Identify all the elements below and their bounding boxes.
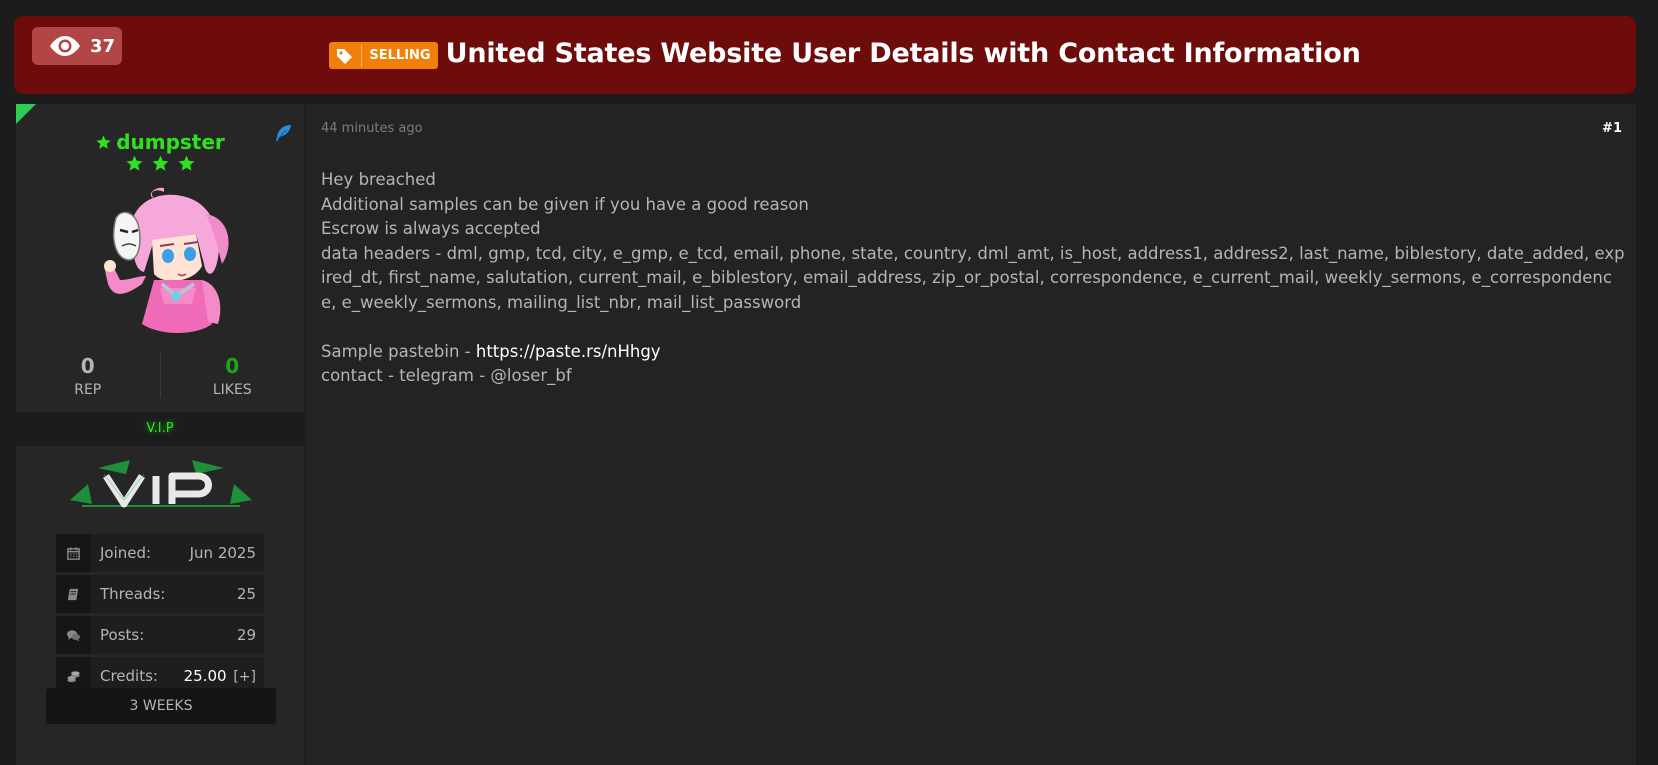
pastebin-prefix: Sample pastebin - (321, 341, 476, 361)
rep-value: 0 (80, 354, 95, 378)
author-sidebar: dumpster 0 REP 0 LIKES V.I.P Joined: Jun… (16, 104, 304, 765)
info-row-posts[interactable]: Posts: 29 (56, 616, 264, 654)
coins-icon (67, 670, 80, 682)
post-line: data headers - dml, gmp, tcd, city, e_gm… (321, 243, 1625, 312)
prefix-label: SELLING (369, 48, 431, 63)
likes-label: LIKES (212, 382, 252, 398)
contact-line: contact - telegram - @loser_bf (321, 366, 572, 385)
threads-label: Threads: (100, 585, 166, 603)
likes-value: 0 (225, 354, 240, 378)
posts-value: 29 (236, 626, 256, 644)
calendar-icon (67, 546, 80, 560)
tags-icon (337, 48, 353, 64)
comments-icon (66, 629, 81, 642)
user-group: V.I.P (16, 412, 304, 446)
add-credits-link[interactable]: [+] (233, 669, 256, 685)
vip-banner (70, 460, 252, 508)
post-content: 44 minutes ago #1 Hey breached Additiona… (305, 104, 1636, 765)
prefix-tag-selling[interactable]: SELLING (329, 42, 438, 69)
user-info-table: Joined: Jun 2025 Threads: 25 Posts: 29 C… (56, 534, 264, 698)
info-row-threads[interactable]: Threads: 25 (56, 575, 264, 613)
pastebin-link[interactable]: https://paste.rs/nHhgy (476, 342, 661, 361)
rep-stat[interactable]: 0 REP (16, 344, 160, 414)
book-icon (67, 588, 79, 600)
online-indicator (16, 104, 36, 124)
star-icon (126, 155, 142, 171)
user-stars (16, 154, 304, 173)
threads-value: 25 (236, 585, 256, 603)
post-line: Hey breached (321, 170, 436, 189)
avatar[interactable] (94, 184, 244, 336)
post-body: Hey breached Additional samples can be g… (321, 168, 1627, 389)
credits-label: Credits: (100, 667, 158, 685)
user-stats: 0 REP 0 LIKES (16, 344, 304, 414)
pastebin-line: Sample pastebin - https://paste.rs/nHhgy (321, 340, 1627, 365)
joined-label: Joined: (100, 544, 152, 562)
post-line: Additional samples can be given if you h… (321, 194, 809, 214)
member-tenure: 3 WEEKS (46, 688, 276, 724)
star-icon (178, 155, 194, 171)
rep-label: REP (74, 382, 102, 398)
author-username[interactable]: dumpster (116, 130, 225, 154)
post-permalink[interactable]: #1 (1602, 121, 1622, 136)
joined-value: Jun 2025 (189, 544, 256, 562)
credits-value-wrap: 25.00 [+] (184, 667, 264, 685)
star-icon (96, 134, 111, 149)
credits-value: 25.00 (183, 667, 227, 685)
star-icon (152, 155, 168, 171)
likes-stat[interactable]: 0 LIKES (161, 344, 305, 414)
post-line: Escrow is always accepted (321, 219, 541, 238)
info-row-joined: Joined: Jun 2025 (56, 534, 264, 572)
thread-title: United States Website User Details with … (445, 38, 1361, 69)
post-timestamp: 44 minutes ago (321, 121, 423, 136)
posts-label: Posts: (100, 626, 145, 644)
thread-header: 37 SELLING United States Website User De… (14, 16, 1636, 94)
